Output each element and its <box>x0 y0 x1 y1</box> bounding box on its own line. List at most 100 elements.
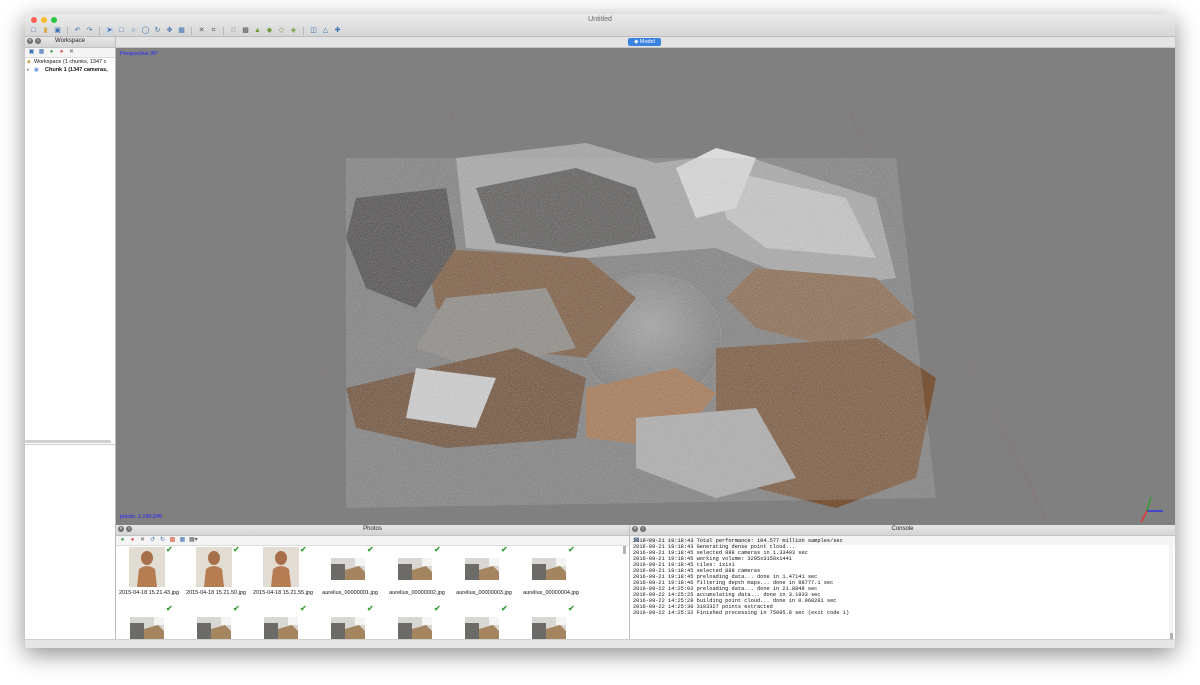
add-photos-icon[interactable]: ▦ <box>38 49 45 56</box>
navigate-icon[interactable]: ✚ <box>333 27 342 35</box>
application-window: Untitled □ ▮ ▣ ↶ ↷ ➤ □ ○ ◯ ↻ ✥ ▦ ✕ ⌗ ∷ ▩… <box>25 14 1175 648</box>
tree-item-workspace[interactable]: ◆ Workspace (1 chunks, 1347 c <box>25 58 115 66</box>
console-title: Console <box>891 526 914 532</box>
photos-scrollbar[interactable] <box>623 546 626 554</box>
model-viewport[interactable]: Perspective 30° points: 1,190,045 <box>116 48 1175 525</box>
show-model-icon[interactable]: ▲ <box>253 27 262 35</box>
window-title: Untitled <box>588 16 612 23</box>
photo-thumbnail[interactable]: ✔ 2015-04-18 15.21.55.jpg <box>252 546 314 601</box>
show-markers-icon[interactable]: ◈ <box>289 27 298 35</box>
toolbar-separator <box>223 26 224 35</box>
navigation-icon[interactable]: ➤ <box>105 26 114 35</box>
photo-image <box>129 547 165 587</box>
workspace-divider <box>25 444 115 445</box>
show-points-icon[interactable]: ∷ <box>229 27 238 35</box>
photo-image <box>465 617 499 639</box>
photo-thumbnail[interactable]: ✔ aurelius_00000004.jpg <box>520 546 582 601</box>
checkmark-icon: ✔ <box>166 604 173 613</box>
undo-icon[interactable]: ↶ <box>73 27 82 35</box>
photo-image <box>532 617 566 639</box>
photo-image <box>196 547 232 587</box>
workspace-toolbar: ▣ ▦ ● ● ✕ <box>25 48 115 58</box>
photo-filename: 2015-04-18 15.21.43.jpg <box>119 590 179 596</box>
workspace-header: × ○ Workspace <box>25 37 115 48</box>
add-chunk-icon[interactable]: ▣ <box>28 49 35 56</box>
toolbar-separator <box>99 26 100 35</box>
photo-filename: aurelius_00000001.jpg <box>322 590 378 596</box>
photo-thumbnail[interactable]: ✔ aurelius_00000001.jpg <box>319 546 381 601</box>
photo-thumbnail[interactable]: ✔ 2015-04-18 15.21.43.jpg <box>118 546 180 601</box>
remove-cameras-icon[interactable]: ✕ <box>139 537 146 544</box>
rectangle-select-icon[interactable]: □ <box>117 27 126 35</box>
photo-thumbnail[interactable]: ✔ 2015-04-18 15.21.50.jpg <box>185 546 247 601</box>
rotate-right-icon[interactable]: ↻ <box>159 537 166 544</box>
checkmark-icon: ✔ <box>300 604 307 613</box>
view-mode-icon[interactable]: ▦▾ <box>189 537 198 544</box>
toolbar-separator <box>303 26 304 35</box>
checkmark-icon: ✔ <box>367 604 374 613</box>
workspace-icon: ◆ <box>27 58 31 65</box>
tab-model-label: Model <box>639 39 655 45</box>
checkmark-icon: ✔ <box>434 546 441 554</box>
photo-image <box>532 558 566 580</box>
tab-model[interactable]: ◆ Model <box>628 38 661 46</box>
photo-thumbnail[interactable]: ✔ aurelius_00000002.jpg <box>386 546 448 601</box>
toolbar-separator <box>191 26 192 35</box>
photo-image <box>331 558 365 580</box>
rotate-left-icon[interactable]: ↺ <box>149 537 156 544</box>
checkmark-icon: ✔ <box>233 546 240 554</box>
disable-icon[interactable]: ● <box>58 49 65 56</box>
status-bar <box>25 639 1175 648</box>
console-scroll-track[interactable] <box>1169 537 1173 635</box>
open-icon[interactable]: ▮ <box>41 27 50 35</box>
photo-filename: aurelius_00000003.jpg <box>456 590 512 596</box>
free-select-icon[interactable]: ◯ <box>141 27 150 35</box>
enable-icon[interactable]: ● <box>48 49 55 56</box>
expand-arrow-icon[interactable]: ▸ <box>27 67 32 73</box>
photo-thumbnail[interactable]: ✔ aurelius_00000003.jpg <box>453 546 515 601</box>
checkmark-icon: ✔ <box>367 546 374 554</box>
photos-title: Photos <box>363 526 382 532</box>
save-icon[interactable]: ▣ <box>53 27 62 35</box>
rotate-object-icon[interactable]: ↻ <box>153 27 162 35</box>
main-toolbar: □ ▮ ▣ ↶ ↷ ➤ □ ○ ◯ ↻ ✥ ▦ ✕ ⌗ ∷ ▩ ▲ ◆ ◇ ◈ … <box>29 26 342 35</box>
checkmark-icon: ✔ <box>568 546 575 554</box>
tree-item-chunk[interactable]: ▸ ▣ Chunk 1 (1347 cameras, <box>25 66 115 74</box>
show-dense-cloud-icon[interactable]: ▩ <box>241 27 250 35</box>
axis-gizmo <box>1140 496 1163 523</box>
tree-item-label: Workspace (1 chunks, 1347 c <box>34 59 107 65</box>
photo-image <box>197 617 231 639</box>
model-tab-icon: ◆ <box>634 39 639 45</box>
photos-grid: ✔ 2015-04-18 15.21.43.jpg ✔ 2015-04-18 15.2… <box>118 546 623 648</box>
reset-filter-icon[interactable]: ▩ <box>169 537 176 544</box>
filter-icon[interactable]: ▦ <box>179 537 186 544</box>
workspace-title: Workspace <box>55 38 85 44</box>
photo-image <box>130 617 164 639</box>
enable-cameras-icon[interactable]: ● <box>119 537 126 544</box>
checkmark-icon: ✔ <box>300 546 307 554</box>
title-bar: Untitled □ ▮ ▣ ↶ ↷ ➤ □ ○ ◯ ↻ ✥ ▦ ✕ ⌗ ∷ ▩… <box>25 14 1175 37</box>
show-cameras-icon[interactable]: ◇ <box>277 27 286 35</box>
console-line: 2016-09-22 14:25:32 Finished processing … <box>633 610 850 616</box>
reset-view-icon[interactable]: ◫ <box>309 27 318 35</box>
console-pane: × ○ Console ▤ ▭ 2016-09-21 19:18:43 Tota… <box>630 525 1175 648</box>
crop-icon[interactable]: ⌗ <box>209 27 218 35</box>
photo-image <box>263 547 299 587</box>
toolbar-separator <box>67 26 68 35</box>
show-texture-icon[interactable]: ◆ <box>265 27 274 35</box>
redo-icon[interactable]: ↷ <box>85 27 94 35</box>
disable-cameras-icon[interactable]: ● <box>129 537 136 544</box>
delete-icon[interactable]: ✕ <box>197 27 206 35</box>
checkmark-icon: ✔ <box>568 604 575 613</box>
move-object-icon[interactable]: ✥ <box>165 27 174 35</box>
remove-items-icon[interactable]: ✕ <box>68 49 75 56</box>
photos-pane: × ○ Photos ● ● ✕ ↺ ↻ ▩ ▦ ▦▾ ✔ 2015-04-18 … <box>116 525 630 648</box>
workspace-scrollbar[interactable] <box>25 440 111 443</box>
circle-select-icon[interactable]: ○ <box>129 27 138 35</box>
checkmark-icon: ✔ <box>434 604 441 613</box>
resize-object-icon[interactable]: ▦ <box>177 27 186 35</box>
photo-filename: 2015-04-18 15.21.55.jpg <box>253 590 313 596</box>
new-icon[interactable]: □ <box>29 27 38 35</box>
model-tab-bar: ◆ Model <box>116 37 1175 48</box>
ortho-icon[interactable]: △ <box>321 27 330 35</box>
